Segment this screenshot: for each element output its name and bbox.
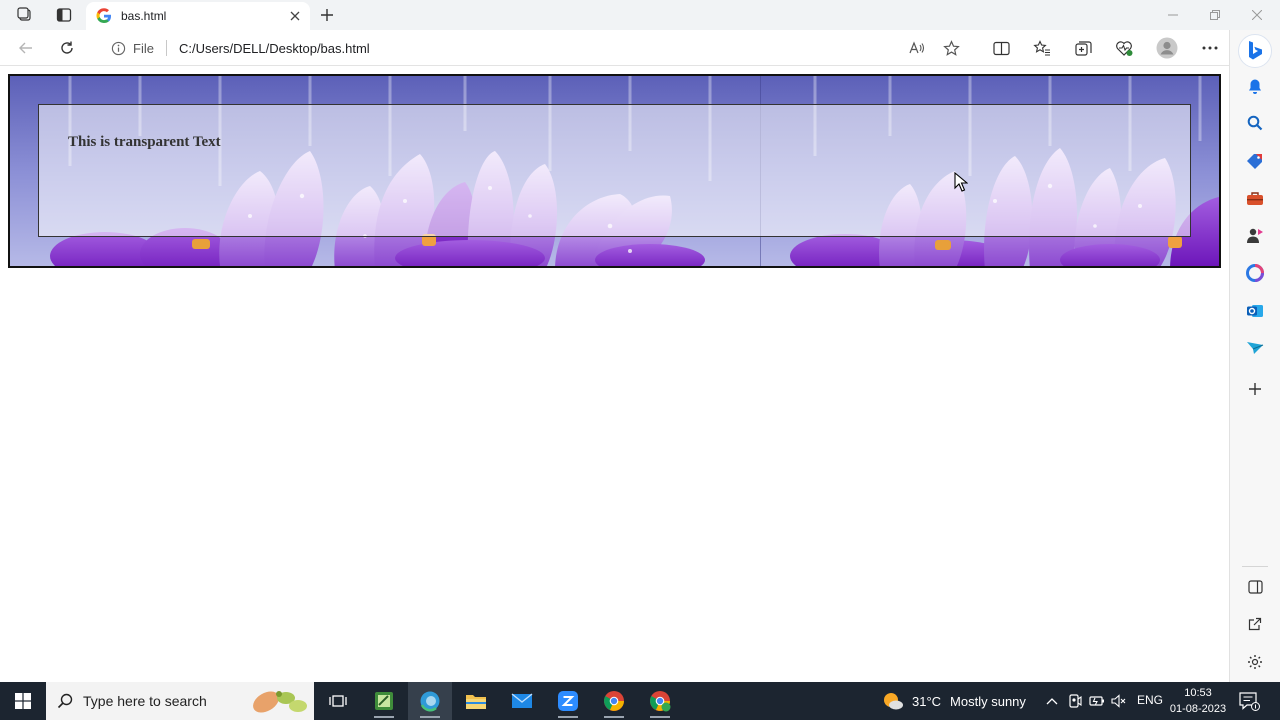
weather-description: Mostly sunny	[950, 693, 1026, 709]
search-highlight-icon	[253, 691, 307, 713]
taskbar-search[interactable]: Type here to search	[46, 682, 314, 720]
app-running-indicator	[420, 716, 440, 718]
tab-actions-icon[interactable]	[51, 4, 77, 26]
battery-icon[interactable]	[1088, 692, 1106, 710]
app-running-indicator	[374, 716, 394, 718]
games-icon[interactable]	[1243, 224, 1267, 248]
mouse-cursor-icon	[954, 172, 968, 192]
info-icon[interactable]	[110, 40, 126, 56]
tab-title: bas.html	[121, 9, 167, 23]
refresh-icon[interactable]	[53, 35, 81, 61]
plus-icon[interactable]	[1243, 377, 1267, 401]
clock-time: 10:53	[1184, 687, 1212, 699]
google-icon	[96, 8, 112, 24]
external-link-icon[interactable]	[1243, 612, 1267, 636]
taskbar-app-mail[interactable]	[500, 682, 544, 720]
collections-icon[interactable]	[1069, 35, 1097, 61]
system-clock[interactable]: 10:53 01-08-2023	[1168, 685, 1228, 717]
favorite-star-icon[interactable]	[938, 35, 964, 61]
tab-bas-html[interactable]: bas.html	[86, 2, 310, 30]
input-language[interactable]: ENG	[1137, 693, 1163, 707]
scheme-label: File	[133, 40, 154, 56]
page-content: This is transparent Text	[0, 66, 1229, 682]
background-image-banner: This is transparent Text	[8, 74, 1221, 268]
clock-date: 01-08-2023	[1169, 703, 1227, 715]
transparent-text: This is transparent Text	[68, 134, 221, 150]
weather-widget[interactable]: 31°C Mostly sunny	[882, 682, 1026, 720]
search-icon[interactable]	[1243, 111, 1267, 135]
office-icon[interactable]	[1243, 261, 1267, 285]
workspaces-icon[interactable]	[12, 4, 38, 26]
sidebar-divider	[1242, 566, 1268, 567]
browser-toolbar: File C:/Users/DELL/Desktop/bas.html	[0, 30, 1240, 66]
taskbar-app-notepad[interactable]	[362, 682, 406, 720]
back-icon[interactable]	[12, 35, 40, 61]
volume-muted-icon[interactable]	[1110, 692, 1128, 710]
chevron-up-icon[interactable]	[1043, 692, 1061, 710]
weather-temperature: 31°C	[912, 693, 942, 709]
profile-avatar[interactable]	[1153, 35, 1181, 61]
bell-icon[interactable]	[1243, 74, 1267, 98]
split-screen-icon[interactable]	[987, 35, 1015, 61]
windows-start-icon[interactable]	[0, 682, 46, 720]
favorites-icon[interactable]	[1028, 35, 1056, 61]
bing-copilot-icon[interactable]	[1238, 34, 1272, 68]
taskbar-app-file-explorer[interactable]	[454, 682, 498, 720]
split-window-icon[interactable]	[1243, 575, 1267, 599]
transparent-box	[38, 104, 1191, 237]
search-icon	[56, 692, 74, 710]
search-placeholder: Type here to search	[83, 693, 207, 709]
tab-strip: bas.html	[0, 0, 1280, 30]
meet-now-icon[interactable]	[1066, 692, 1084, 710]
gear-icon[interactable]	[1243, 650, 1267, 674]
windows-taskbar: Type here to search 31°C Mostly sunny EN…	[0, 682, 1280, 720]
restore-icon[interactable]	[1194, 0, 1236, 30]
tag-icon[interactable]	[1243, 149, 1267, 173]
new-tab-button[interactable]	[314, 4, 340, 26]
window-close-icon[interactable]	[1236, 0, 1278, 30]
task-view-icon[interactable]	[316, 682, 360, 720]
url-text[interactable]: C:/Users/DELL/Desktop/bas.html	[179, 41, 904, 56]
toolbox-icon[interactable]	[1243, 186, 1267, 210]
sun-cloud-icon	[884, 693, 903, 710]
taskbar-app-edge[interactable]	[408, 682, 452, 720]
address-separator	[165, 40, 167, 56]
browser-essentials-icon[interactable]	[1110, 35, 1138, 61]
app-running-indicator	[650, 716, 670, 718]
address-bar[interactable]: File C:/Users/DELL/Desktop/bas.html	[96, 33, 972, 63]
taskbar-app-zoom[interactable]	[546, 682, 590, 720]
outlook-icon[interactable]	[1243, 299, 1267, 323]
app-running-indicator	[558, 716, 578, 718]
minimize-icon[interactable]	[1152, 0, 1194, 30]
taskbar-app-chrome[interactable]	[592, 682, 636, 720]
more-options-icon[interactable]	[1196, 35, 1224, 61]
close-icon[interactable]	[284, 5, 306, 27]
send-icon[interactable]	[1243, 336, 1267, 360]
app-running-indicator	[604, 716, 624, 718]
edge-sidebar	[1229, 30, 1280, 682]
notification-center-icon[interactable]	[1238, 691, 1260, 711]
taskbar-app-chrome-profile[interactable]	[638, 682, 682, 720]
read-aloud-icon[interactable]	[904, 35, 930, 61]
